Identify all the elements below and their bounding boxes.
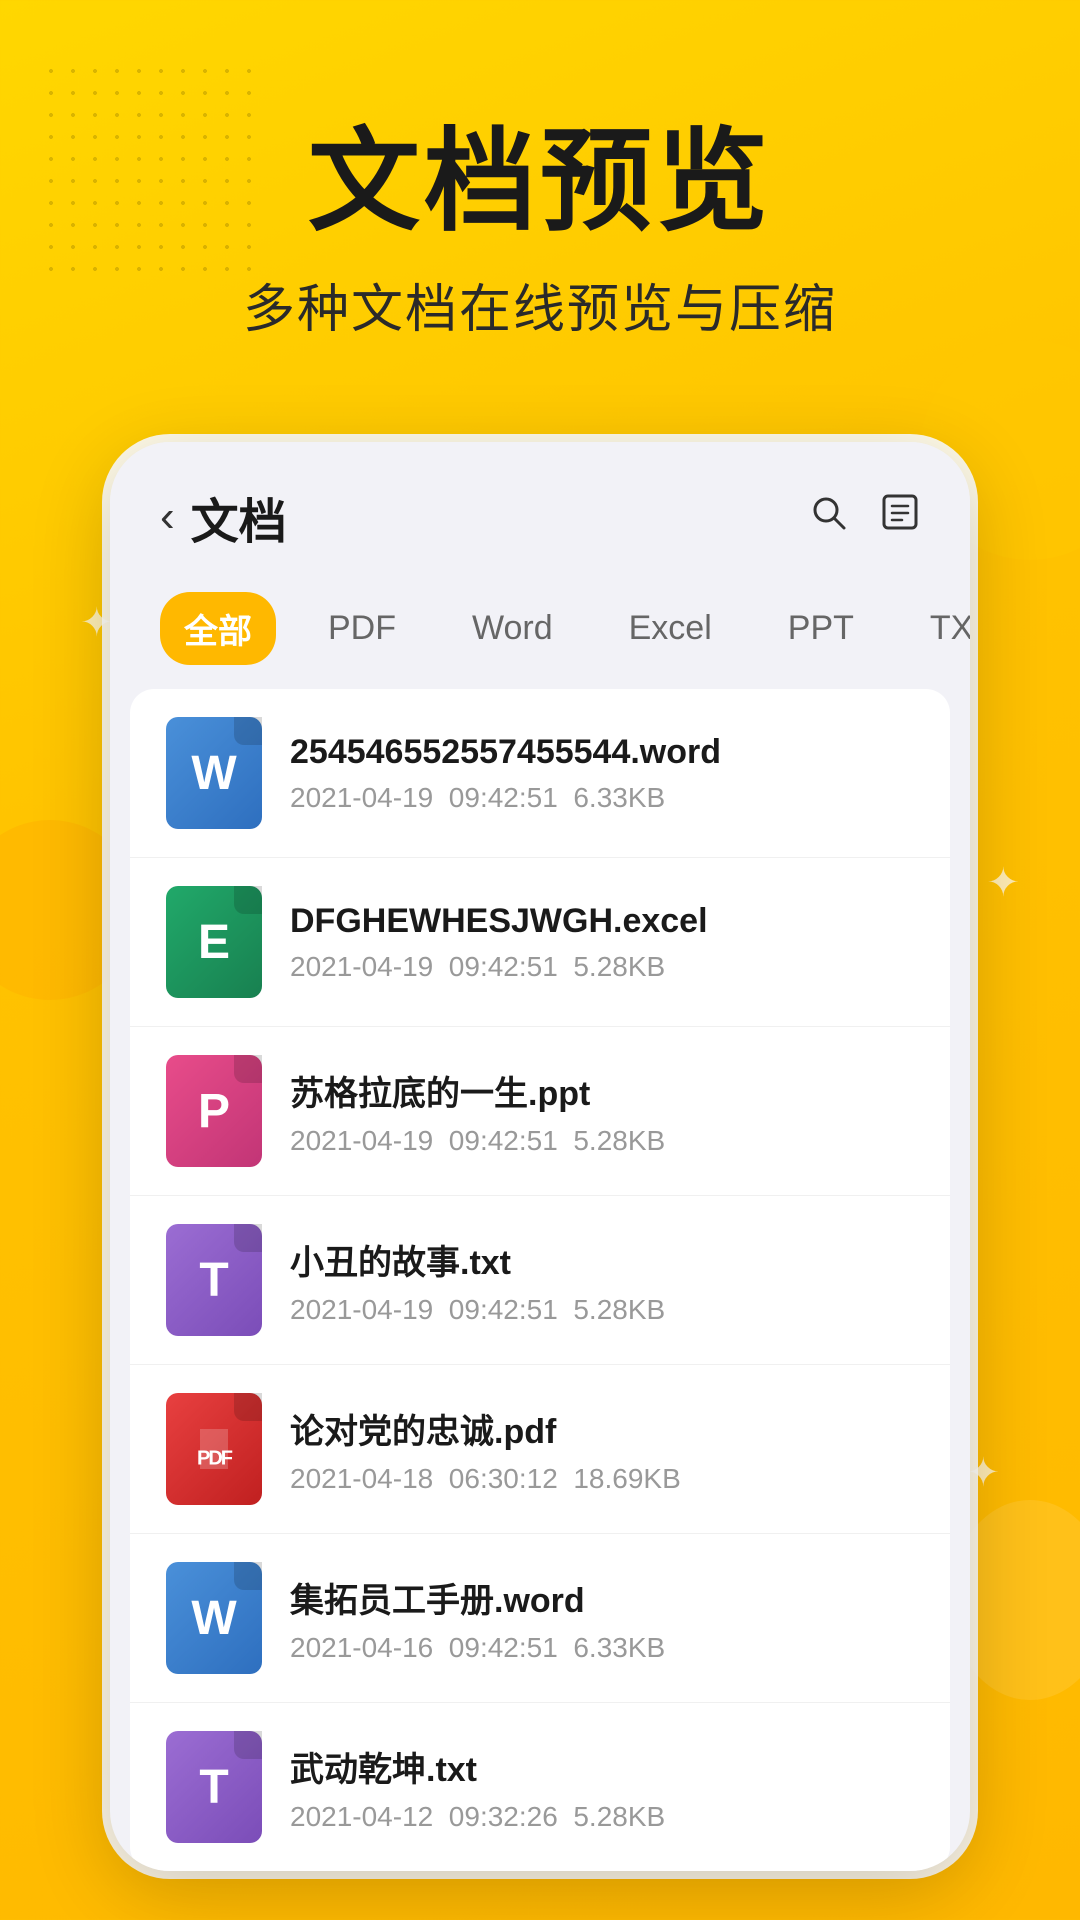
file-name: 武动乾坤.txt bbox=[290, 1742, 914, 1791]
nav-title: 文档 bbox=[191, 482, 287, 552]
tab-excel[interactable]: Excel bbox=[605, 597, 736, 660]
file-icon-txt-2: T bbox=[166, 1731, 262, 1843]
phone-mockup: ‹ 文档 全部 PDF Word Excel bbox=[110, 442, 970, 1871]
file-icon-word: W bbox=[166, 717, 262, 829]
search-icon[interactable] bbox=[808, 492, 848, 542]
file-name: 集拓员工手册.word bbox=[290, 1573, 914, 1622]
nav-left: ‹ 文档 bbox=[160, 482, 287, 552]
file-info: 254546552557455544.word 2021-04-19 09:42… bbox=[290, 733, 914, 814]
file-info: 集拓员工手册.word 2021-04-16 09:42:51 6.33KB bbox=[290, 1573, 914, 1664]
nav-icons bbox=[808, 492, 920, 542]
file-icon-word-2: W bbox=[166, 1562, 262, 1674]
file-meta: 2021-04-19 09:42:51 5.28KB bbox=[290, 1125, 914, 1157]
file-info: DFGHEWHESJWGH.excel 2021-04-19 09:42:51 … bbox=[290, 902, 914, 983]
main-title: 文档预览 bbox=[80, 120, 1000, 243]
file-info: 苏格拉底的一生.ppt 2021-04-19 09:42:51 5.28KB bbox=[290, 1066, 914, 1157]
tab-word[interactable]: Word bbox=[448, 597, 577, 660]
file-info: 小丑的故事.txt 2021-04-19 09:42:51 5.28KB bbox=[290, 1235, 914, 1326]
filter-tabs: 全部 PDF Word Excel PPT TXT bbox=[110, 576, 970, 689]
file-meta: 2021-04-19 09:42:51 5.28KB bbox=[290, 951, 914, 983]
file-info: 论对党的忠诚.pdf 2021-04-18 06:30:12 18.69KB bbox=[290, 1404, 914, 1495]
file-icon-excel: E bbox=[166, 886, 262, 998]
list-item[interactable]: W 集拓员工手册.word 2021-04-16 09:42:51 6.33KB bbox=[130, 1534, 950, 1703]
file-icon-ppt: P bbox=[166, 1055, 262, 1167]
list-item[interactable]: PDF 论对党的忠诚.pdf 2021-04-18 06:30:12 18.69… bbox=[130, 1365, 950, 1534]
header-section: 文档预览 多种文档在线预览与压缩 bbox=[0, 0, 1080, 382]
file-name: 254546552557455544.word bbox=[290, 733, 914, 772]
file-meta: 2021-04-12 09:32:26 5.28KB bbox=[290, 1801, 914, 1833]
file-meta: 2021-04-19 09:42:51 6.33KB bbox=[290, 782, 914, 814]
file-icon-txt: T bbox=[166, 1224, 262, 1336]
file-icon-pdf: PDF bbox=[166, 1393, 262, 1505]
edit-icon[interactable] bbox=[880, 492, 920, 542]
sparkle-1: ✦ bbox=[80, 600, 114, 646]
nav-bar: ‹ 文档 bbox=[110, 442, 970, 576]
file-name: 小丑的故事.txt bbox=[290, 1235, 914, 1284]
list-item[interactable]: E DFGHEWHESJWGH.excel 2021-04-19 09:42:5… bbox=[130, 858, 950, 1027]
list-item[interactable]: W 254546552557455544.word 2021-04-19 09:… bbox=[130, 689, 950, 858]
list-item[interactable]: T 小丑的故事.txt 2021-04-19 09:42:51 5.28KB bbox=[130, 1196, 950, 1365]
list-item[interactable]: T 武动乾坤.txt 2021-04-12 09:32:26 5.28KB bbox=[130, 1703, 950, 1871]
file-name: 论对党的忠诚.pdf bbox=[290, 1404, 914, 1453]
sparkle-3: ✦ bbox=[966, 1450, 1000, 1496]
sparkle-2: ✦ bbox=[986, 860, 1020, 906]
svg-text:PDF: PDF bbox=[197, 1448, 233, 1470]
back-button[interactable]: ‹ bbox=[160, 492, 175, 542]
file-meta: 2021-04-18 06:30:12 18.69KB bbox=[290, 1463, 914, 1495]
tab-txt[interactable]: TXT bbox=[906, 597, 970, 660]
file-name: DFGHEWHESJWGH.excel bbox=[290, 902, 914, 941]
file-list: W 254546552557455544.word 2021-04-19 09:… bbox=[130, 689, 950, 1871]
sub-title: 多种文档在线预览与压缩 bbox=[80, 267, 1000, 342]
file-meta: 2021-04-16 09:42:51 6.33KB bbox=[290, 1632, 914, 1664]
tab-all[interactable]: 全部 bbox=[160, 592, 276, 665]
file-info: 武动乾坤.txt 2021-04-12 09:32:26 5.28KB bbox=[290, 1742, 914, 1833]
file-name: 苏格拉底的一生.ppt bbox=[290, 1066, 914, 1115]
tab-ppt[interactable]: PPT bbox=[764, 597, 878, 660]
tab-pdf[interactable]: PDF bbox=[304, 597, 420, 660]
file-meta: 2021-04-19 09:42:51 5.28KB bbox=[290, 1294, 914, 1326]
list-item[interactable]: P 苏格拉底的一生.ppt 2021-04-19 09:42:51 5.28KB bbox=[130, 1027, 950, 1196]
